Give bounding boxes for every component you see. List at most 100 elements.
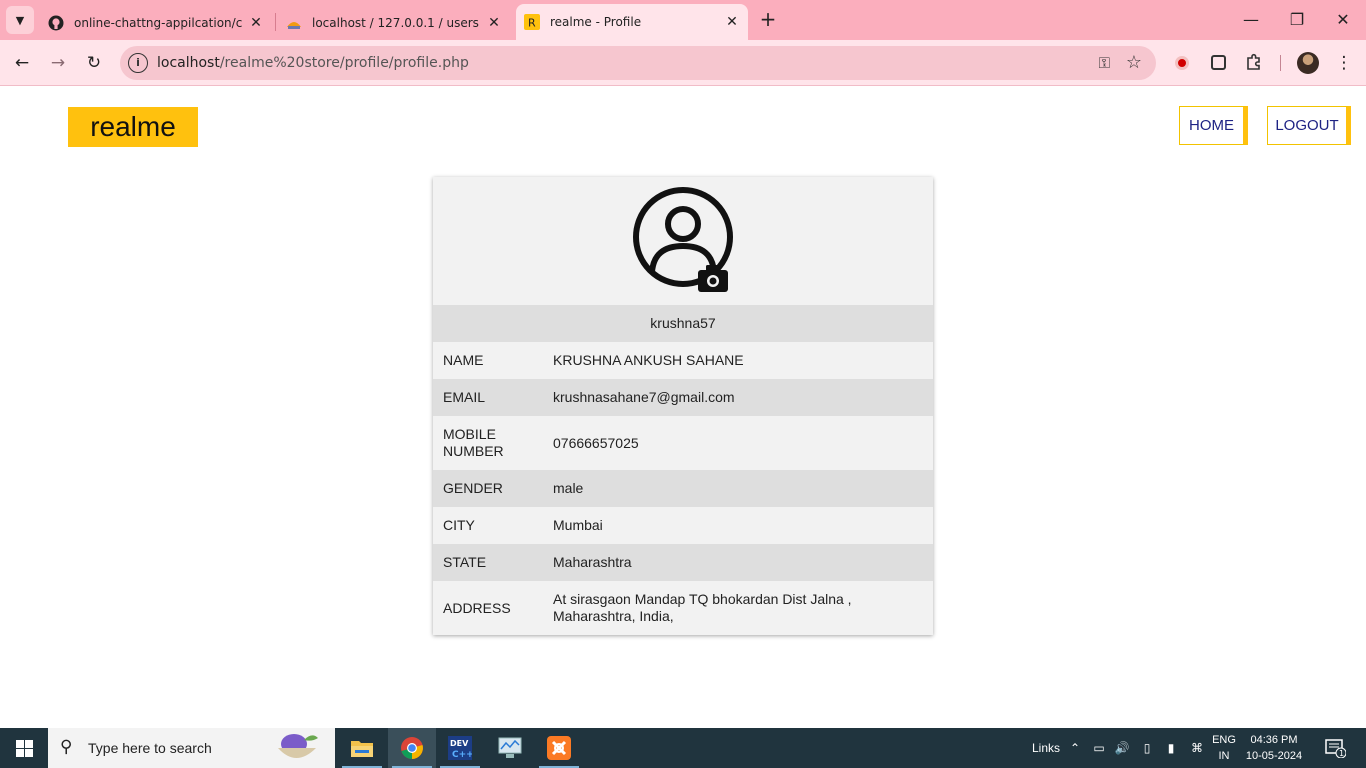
field-value: 07666657025 (553, 434, 639, 451)
profile-row-mobile: MOBILE NUMBER 07666657025 (433, 416, 933, 470)
tray-links[interactable]: Links (1026, 728, 1066, 768)
site-info-icon[interactable]: i (128, 53, 148, 73)
xampp-icon (547, 736, 571, 760)
region-code: IN (1218, 750, 1230, 762)
browser-toolbar: ← → ↻ i localhost/realme%20store/profile… (0, 40, 1366, 86)
tab-github[interactable]: online-chattng-appilcation/chat ✕ (40, 6, 272, 40)
windows-start-button[interactable] (0, 728, 48, 768)
profile-row-gender: GENDER male (433, 470, 933, 507)
profile-photo-area (433, 177, 933, 305)
reload-button[interactable]: ↻ (82, 51, 106, 75)
search-placeholder: Type here to search (88, 740, 212, 756)
extension-icon[interactable] (1208, 53, 1228, 73)
usb-device-icon[interactable]: ▯ (1138, 728, 1156, 768)
password-key-icon[interactable]: ⚿ (1099, 54, 1110, 72)
dev-cpp-icon: DEV C++ (448, 736, 472, 760)
browser-tab-strip: ▼ online-chattng-appilcation/chat ✕ loca… (0, 0, 1366, 40)
svg-text:DEV: DEV (450, 739, 469, 748)
phpmyadmin-icon (286, 15, 302, 31)
profile-card: krushna57 NAME KRUSHNA ANKUSH SAHANE EMA… (433, 177, 933, 635)
record-extension-icon[interactable] (1172, 53, 1192, 73)
site-logo[interactable]: realme (68, 107, 198, 147)
profile-row-email: EMAIL krushnasahane7@gmail.com (433, 379, 933, 416)
close-icon[interactable]: ✕ (724, 14, 740, 30)
close-icon[interactable]: ✕ (248, 15, 264, 31)
field-value: krushnasahane7@gmail.com (553, 389, 735, 405)
home-link[interactable]: HOME (1179, 106, 1248, 145)
field-value: Maharashtra (553, 554, 632, 570)
taskbar-search[interactable]: ⚲ Type here to search (48, 728, 335, 768)
bookmark-star-icon[interactable]: ☆ (1126, 52, 1142, 73)
taskbar-chrome[interactable] (388, 728, 436, 768)
notification-icon: 1 (1325, 739, 1346, 758)
tab-title: realme - Profile (550, 15, 642, 29)
tablet-icon[interactable]: ▭ (1090, 728, 1108, 768)
restore-button[interactable]: ❐ (1274, 8, 1320, 32)
extensions-puzzle-icon[interactable] (1244, 53, 1264, 73)
field-label: NAME (443, 352, 484, 368)
field-value: KRUSHNA ANKUSH SAHANE (553, 352, 744, 368)
taskbar-devcpp[interactable]: DEV C++ (436, 728, 484, 768)
field-label: GENDER (443, 480, 503, 496)
taskbar-monitor-app[interactable] (486, 728, 534, 768)
close-window-button[interactable]: ✕ (1320, 8, 1366, 32)
notification-center-button[interactable]: 1 (1318, 728, 1352, 768)
toolbar-divider (1280, 55, 1281, 71)
profile-username: krushna57 (433, 305, 933, 342)
performance-monitor-icon (498, 737, 522, 758)
profile-row-name: NAME KRUSHNA ANKUSH SAHANE (433, 342, 933, 379)
arrow-right-icon: → (50, 53, 66, 73)
field-value: At sirasgaon Mandap TQ bhokardan Dist Ja… (553, 591, 852, 624)
forward-button[interactable]: → (46, 51, 70, 75)
show-hidden-icons-icon[interactable]: ⌃ (1066, 728, 1084, 768)
windows-taskbar: ⚲ Type here to search DEV C++ Links ⌃ ▭ 🔊… (0, 728, 1366, 768)
browser-menu-icon[interactable]: ⋮ (1334, 52, 1354, 74)
field-label: MOBILE NUMBER (443, 426, 504, 459)
address-bar[interactable]: i localhost/realme%20store/profile/profi… (120, 46, 1156, 80)
tab-phpmyadmin[interactable]: localhost / 127.0.0.1 / users / us ✕ (278, 6, 510, 40)
profile-row-address: ADDRESS At sirasgaon Mandap TQ bhokardan… (433, 581, 933, 635)
url-host: localhost (157, 55, 220, 71)
volume-icon[interactable]: 🔊 (1112, 728, 1132, 768)
reload-icon: ↻ (86, 53, 102, 73)
system-clock[interactable]: 04:36 PM 10-05-2024 (1244, 732, 1304, 764)
tab-title: online-chattng-appilcation/chat (74, 16, 242, 30)
input-language[interactable]: ENG IN (1208, 732, 1240, 764)
profile-row-city: CITY Mumbai (433, 507, 933, 544)
taskbar-file-explorer[interactable] (338, 728, 386, 768)
new-tab-button[interactable]: + (756, 8, 780, 32)
clock-date: 10-05-2024 (1245, 750, 1303, 762)
user-camera-icon[interactable] (632, 186, 734, 296)
tab-search-button[interactable]: ▼ (6, 6, 34, 34)
tab-title: localhost / 127.0.0.1 / users / us (312, 16, 480, 30)
github-icon (48, 15, 64, 31)
chrome-icon (401, 737, 423, 759)
profile-avatar[interactable] (1297, 52, 1319, 74)
svg-text:C++: C++ (452, 750, 472, 760)
minimize-button[interactable]: — (1228, 8, 1274, 32)
field-label: EMAIL (443, 389, 486, 405)
folder-icon (351, 741, 373, 757)
wifi-icon[interactable]: ⌘ (1186, 728, 1208, 768)
language-code: ENG (1212, 734, 1236, 746)
url-text[interactable]: localhost/realme%20store/profile/profile… (157, 55, 469, 71)
search-highlight-icon (278, 734, 318, 758)
close-icon[interactable]: ✕ (486, 15, 502, 31)
tab-realme-profile[interactable]: R realme - Profile ✕ (516, 4, 748, 40)
tab-divider (275, 13, 276, 31)
field-value: male (553, 480, 584, 496)
svg-text:R: R (528, 17, 536, 30)
field-label: ADDRESS (443, 599, 511, 616)
field-value: Mumbai (553, 517, 603, 533)
search-icon: ⚲ (60, 737, 73, 757)
field-label: CITY (443, 517, 475, 533)
url-path: /realme%20store/profile/profile.php (219, 55, 469, 71)
chevron-down-icon: ▼ (15, 13, 25, 27)
profile-row-state: STATE Maharashtra (433, 544, 933, 581)
clock-time: 04:36 PM (1250, 734, 1298, 746)
battery-icon[interactable]: ▮ (1160, 728, 1182, 768)
taskbar-xampp[interactable] (535, 728, 583, 768)
back-button[interactable]: ← (10, 51, 34, 75)
page-content: realme HOME LOGOUT krushna57 NAME KRUSHN… (0, 87, 1366, 728)
logout-link[interactable]: LOGOUT (1267, 106, 1351, 145)
